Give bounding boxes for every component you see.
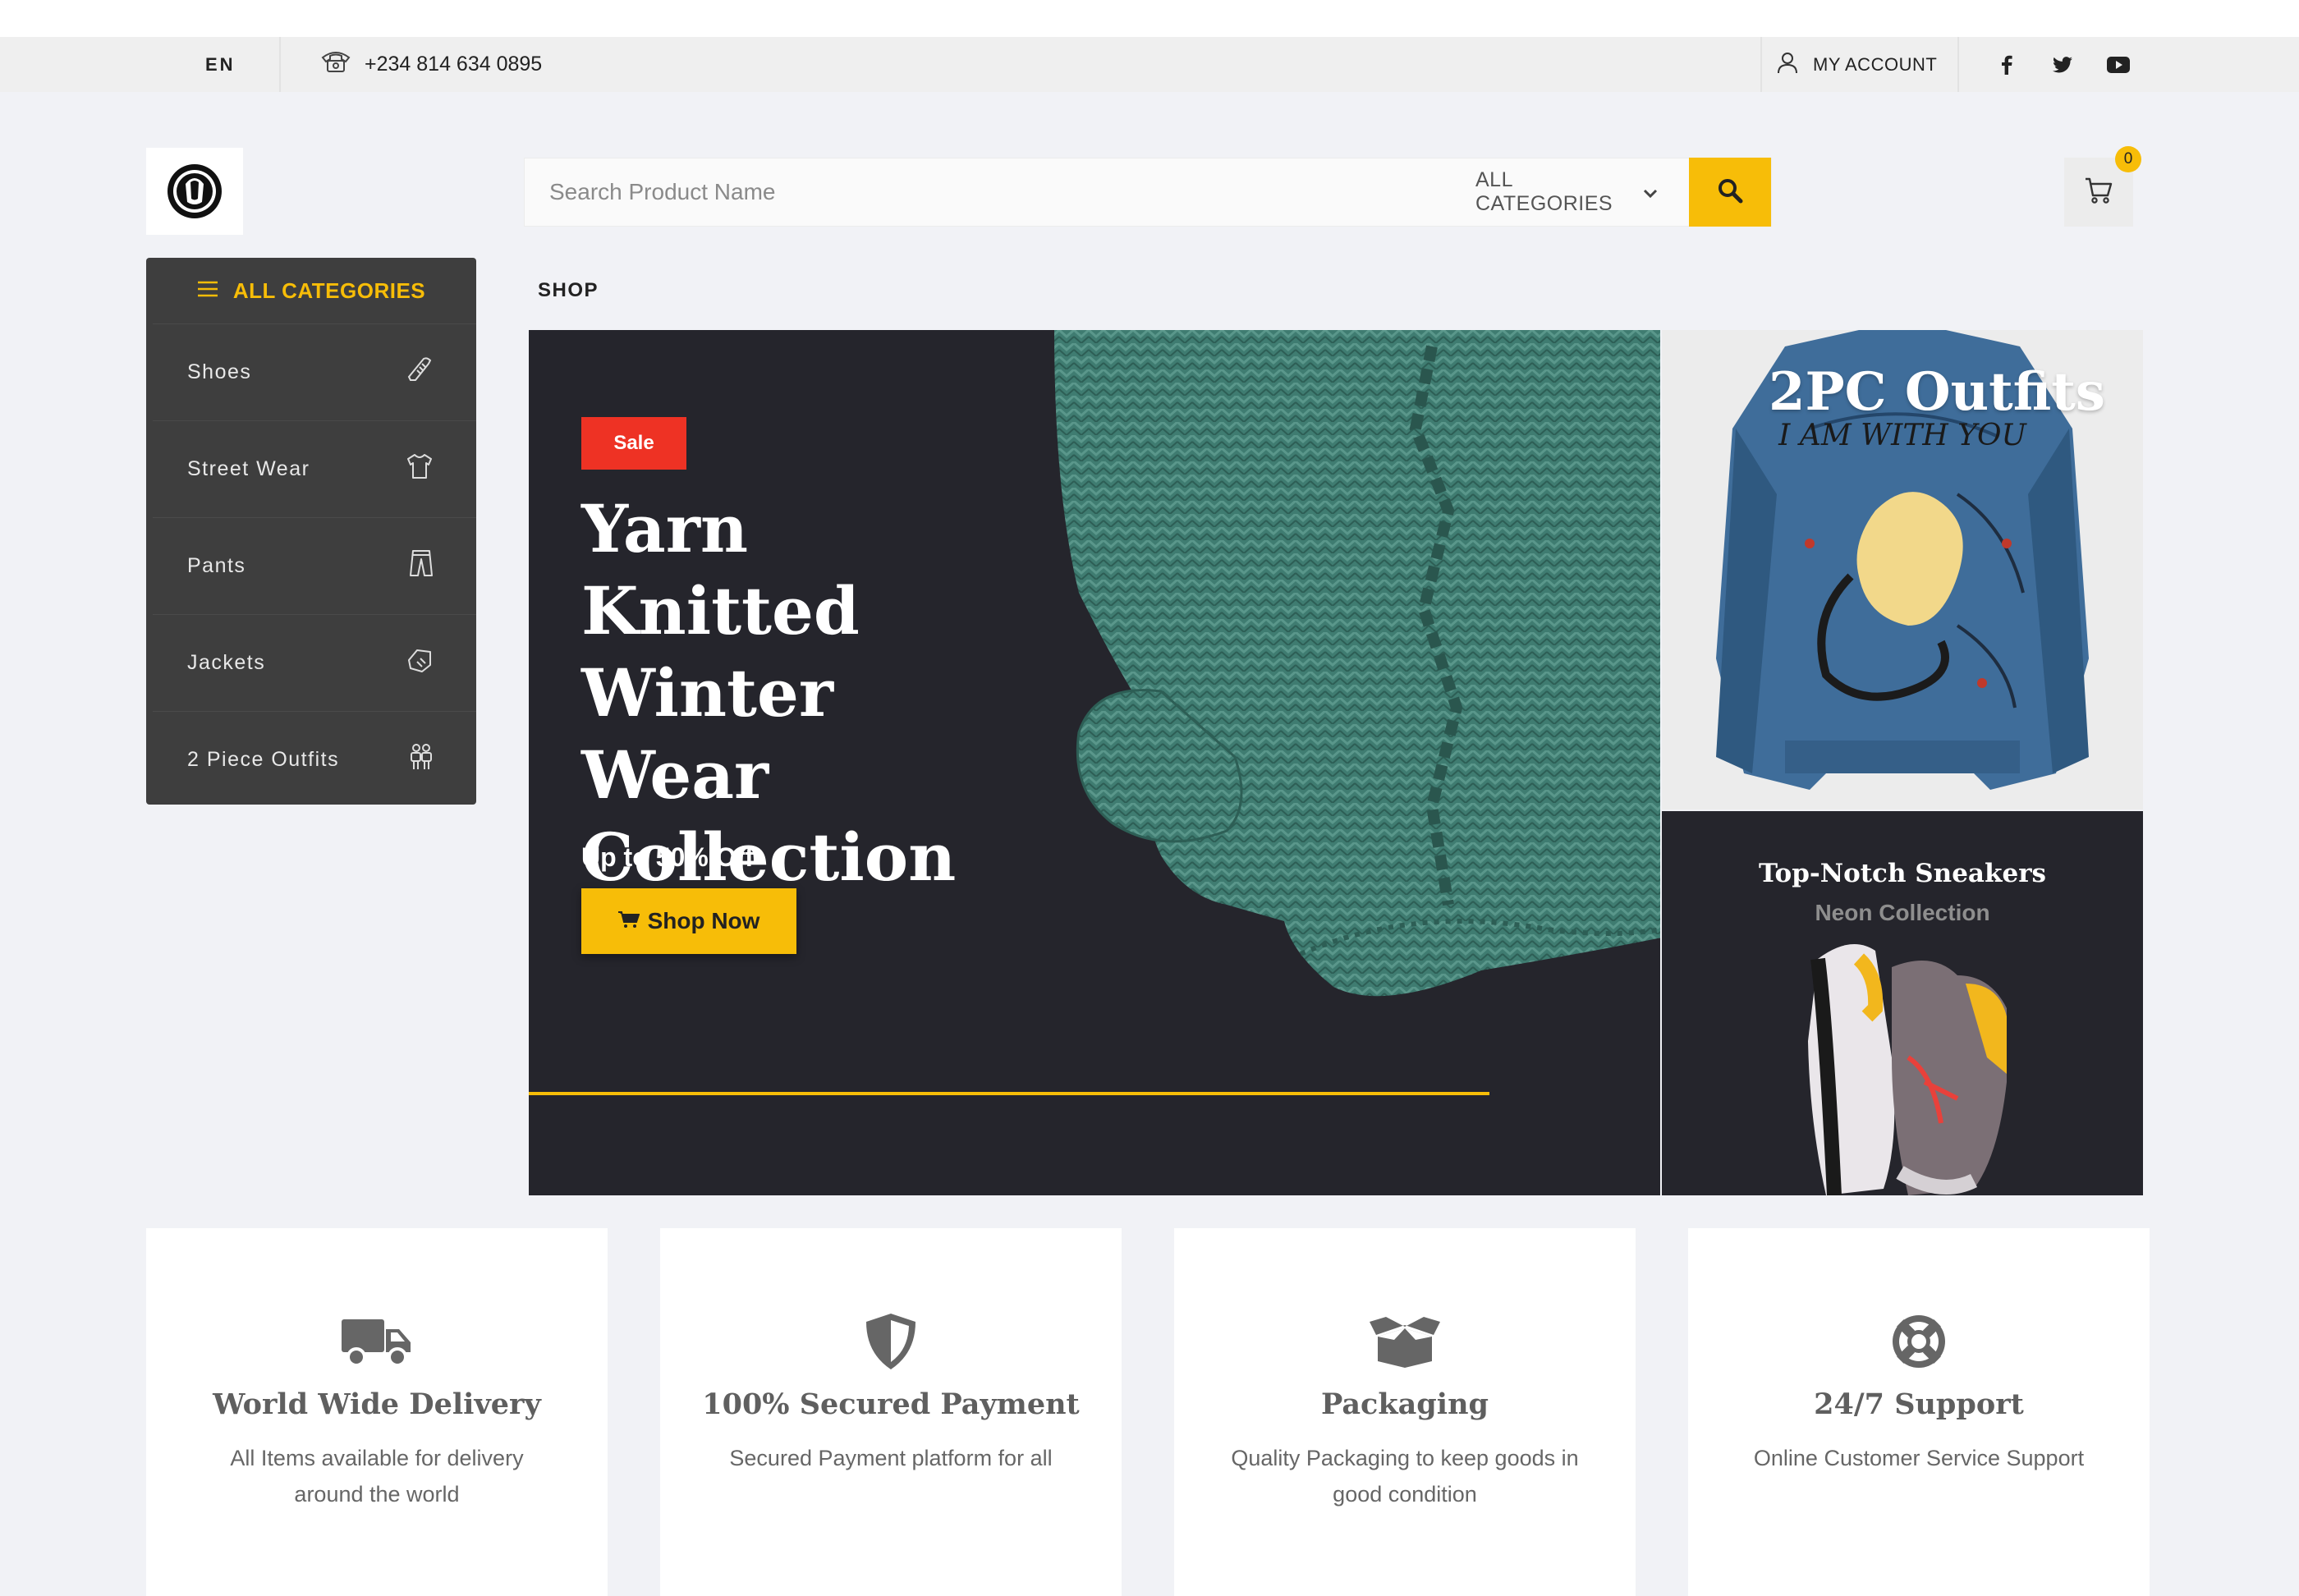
phone-contact[interactable]: +234 814 634 0895 bbox=[320, 37, 542, 92]
sidebar-item-label: Jackets bbox=[187, 651, 266, 674]
feature-description: Quality Packaging to keep goods in good … bbox=[1231, 1446, 1579, 1507]
site-logo[interactable] bbox=[146, 148, 243, 235]
feature-description: All Items available for delivery around … bbox=[230, 1446, 524, 1507]
sidebar-item-2-piece-outfits[interactable]: 2 Piece Outfits bbox=[153, 711, 476, 808]
user-icon bbox=[1777, 51, 1798, 79]
pants-icon bbox=[409, 549, 434, 583]
social-links bbox=[1995, 37, 2130, 92]
youtube-icon[interactable] bbox=[2107, 53, 2130, 76]
sidebar-item-label: Street Wear bbox=[187, 457, 310, 480]
slider-progress-bar bbox=[529, 1092, 1489, 1095]
divider bbox=[279, 37, 281, 92]
feature-title: World Wide Delivery bbox=[213, 1387, 541, 1421]
lifebuoy-icon bbox=[1688, 1310, 2150, 1373]
promo-caption: 2PC Outfits bbox=[1769, 361, 2105, 423]
top-strip bbox=[0, 0, 2299, 37]
top-bar: EN +234 814 634 0895 MY ACCOUNT bbox=[0, 37, 2299, 92]
tshirt-icon bbox=[406, 453, 434, 485]
sidebar-header[interactable]: ALL CATEGORIES bbox=[146, 258, 476, 323]
knit-sweater-image bbox=[1054, 330, 1660, 997]
hero-offer: Up to 50% Off bbox=[581, 842, 754, 872]
feature-card: Packaging Quality Packaging to keep good… bbox=[1174, 1228, 1636, 1596]
cart-button[interactable]: 0 bbox=[2064, 146, 2141, 227]
shop-now-button[interactable]: Shop Now bbox=[581, 888, 796, 954]
search-button[interactable] bbox=[1689, 158, 1771, 227]
shield-icon bbox=[660, 1310, 1122, 1373]
sidebar-item-label: 2 Piece Outfits bbox=[187, 748, 340, 771]
sidebar-item-label: Pants bbox=[187, 554, 246, 577]
promo-2pc-outfits[interactable]: I AM WITH YOU 2PC Outfits bbox=[1662, 330, 2143, 809]
jacket-icon bbox=[406, 647, 434, 679]
search-bar: ALL CATEGORIES bbox=[524, 158, 1772, 227]
menu-icon bbox=[197, 278, 218, 304]
sneaker-image bbox=[1808, 944, 2007, 1195]
search-icon bbox=[1717, 177, 1743, 208]
hero-slider[interactable]: Sale Yarn Knitted Winter Wear Collection… bbox=[529, 330, 1660, 1195]
hero-title: Yarn Knitted Winter Wear Collection bbox=[581, 488, 1041, 898]
cart-icon bbox=[2084, 176, 2113, 209]
category-dropdown-value: ALL CATEGORIES bbox=[1475, 168, 1613, 215]
shop-now-label: Shop Now bbox=[647, 908, 760, 933]
divider bbox=[1957, 37, 1959, 92]
divider bbox=[1760, 37, 1762, 92]
my-account-label: MY ACCOUNT bbox=[1813, 53, 1938, 75]
sidebar-item-pants[interactable]: Pants bbox=[153, 517, 476, 614]
box-icon bbox=[1174, 1310, 1636, 1373]
outfit-icon bbox=[409, 743, 434, 777]
sidebar-item-street-wear[interactable]: Street Wear bbox=[153, 420, 476, 517]
breadcrumb: SHOP bbox=[538, 279, 599, 301]
logo-emblem-icon bbox=[167, 164, 222, 218]
cart-count-badge: 0 bbox=[2115, 146, 2141, 172]
sale-badge: Sale bbox=[581, 417, 686, 470]
feature-title: 24/7 Support bbox=[1814, 1387, 2024, 1421]
feature-description: Online Customer Service Support bbox=[1753, 1446, 2085, 1470]
category-sidebar: ALL CATEGORIES Shoes Street Wear Pants J… bbox=[146, 258, 476, 805]
feature-description: Secured Payment platform for all bbox=[729, 1446, 1053, 1470]
sidebar-item-label: Shoes bbox=[187, 360, 252, 383]
feature-card: 100% Secured Payment Secured Payment pla… bbox=[660, 1228, 1122, 1596]
phone-icon bbox=[320, 49, 351, 80]
hero-title-line: Yarn Knitted bbox=[581, 490, 860, 649]
my-account-link[interactable]: MY ACCOUNT bbox=[1777, 37, 1937, 92]
feature-title: 100% Secured Payment bbox=[702, 1387, 1080, 1421]
phone-number: +234 814 634 0895 bbox=[365, 53, 543, 76]
hero-title-line: Winter Wear bbox=[581, 654, 833, 814]
cart-icon bbox=[617, 908, 640, 934]
twitter-icon[interactable] bbox=[2051, 53, 2074, 76]
promo-sneakers[interactable]: Top-Notch Sneakers Neon Collection bbox=[1662, 811, 2143, 1195]
category-dropdown[interactable]: ALL CATEGORIES bbox=[1443, 158, 1689, 226]
search-input[interactable] bbox=[525, 158, 1443, 226]
shoe-icon bbox=[406, 355, 434, 389]
facebook-icon[interactable] bbox=[1995, 53, 2018, 76]
language-selector[interactable]: EN bbox=[205, 37, 236, 92]
feature-card: 24/7 Support Online Customer Service Sup… bbox=[1688, 1228, 2150, 1596]
svg-text:I AM WITH YOU: I AM WITH YOU bbox=[1778, 419, 2027, 452]
feature-title: Packaging bbox=[1321, 1387, 1489, 1421]
feature-card: World Wide Delivery All Items available … bbox=[146, 1228, 608, 1596]
sidebar-item-jackets[interactable]: Jackets bbox=[153, 614, 476, 711]
sidebar-title: ALL CATEGORIES bbox=[232, 277, 426, 303]
sidebar-item-shoes[interactable]: Shoes bbox=[153, 323, 476, 420]
chevron-down-icon bbox=[1643, 181, 1658, 204]
truck-icon bbox=[146, 1310, 608, 1373]
